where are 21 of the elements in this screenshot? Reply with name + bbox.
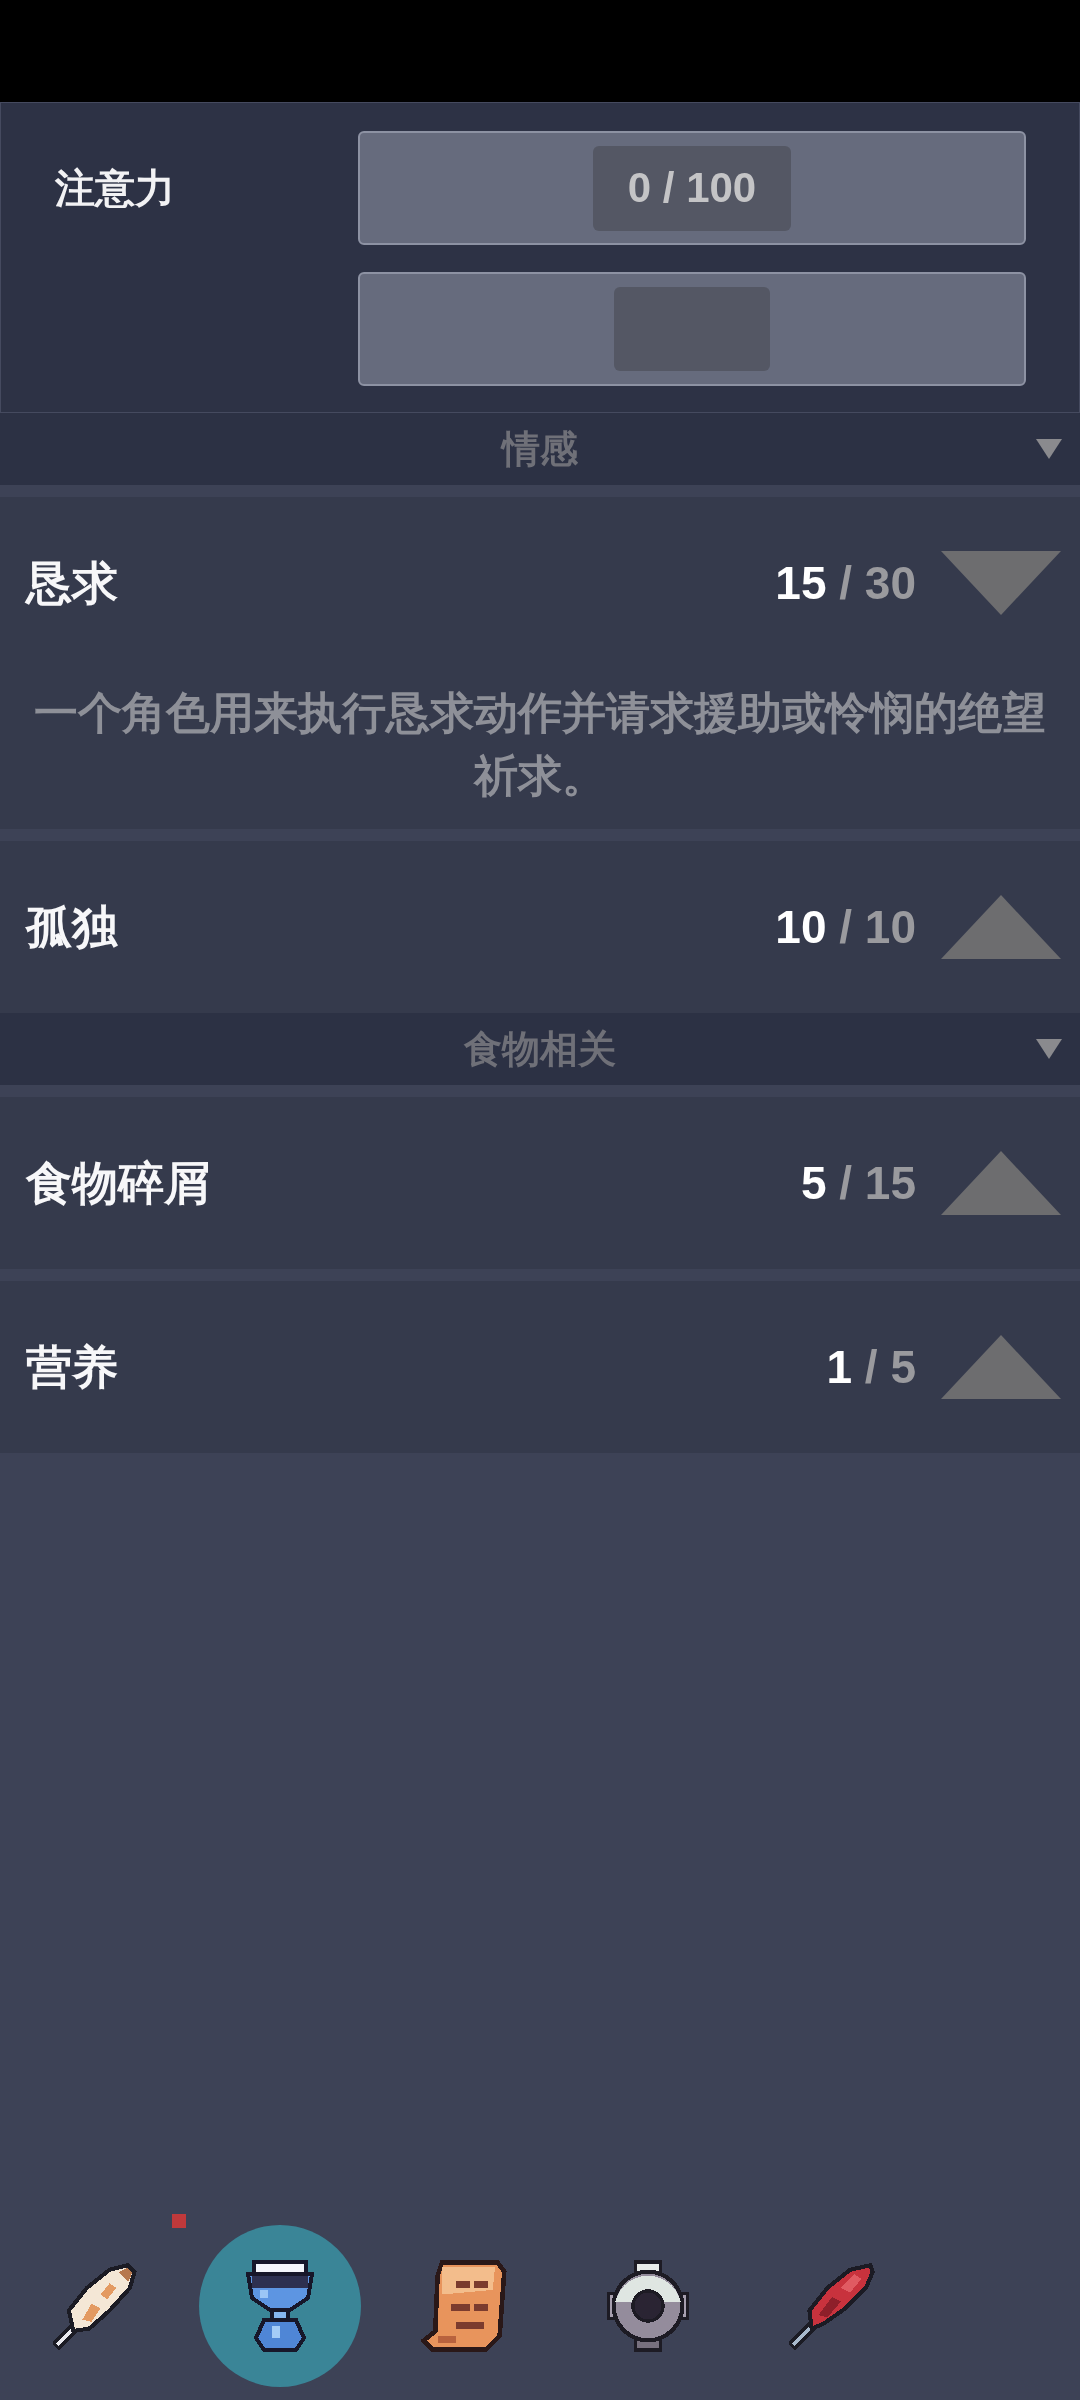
item-count: 10 / 10 xyxy=(775,900,916,954)
item-description: 一个角色用来执行恳求动作并请求援助或怜悯的绝望祈求。 xyxy=(33,687,1047,802)
stat-label: 注意力 xyxy=(55,165,175,212)
stat-value: 0 / 100 xyxy=(593,145,791,231)
nav-tab[interactable] xyxy=(605,2260,691,2352)
item-name: 孤独 xyxy=(26,900,118,955)
nav-tab[interactable] xyxy=(53,2260,139,2352)
item-name: 恳求 xyxy=(26,556,118,611)
stat-bar[interactable]: 0 / 100 xyxy=(358,131,1026,245)
item-count: 1 / 5 xyxy=(826,1340,916,1394)
item-name: 营养 xyxy=(26,1340,118,1395)
item-name: 食物碎屑 xyxy=(26,1156,210,1211)
nav-tab[interactable] xyxy=(421,2260,507,2352)
quill-icon xyxy=(789,2260,875,2352)
feather-icon xyxy=(53,2260,139,2352)
scroll-icon xyxy=(421,2260,507,2352)
item-count: 15 / 30 xyxy=(775,556,916,610)
section-header[interactable]: 情感 xyxy=(0,413,1080,485)
gear-icon xyxy=(605,2260,691,2352)
section-header[interactable]: 食物相关 xyxy=(0,1013,1080,1085)
item-count: 5 / 15 xyxy=(800,1156,916,1210)
